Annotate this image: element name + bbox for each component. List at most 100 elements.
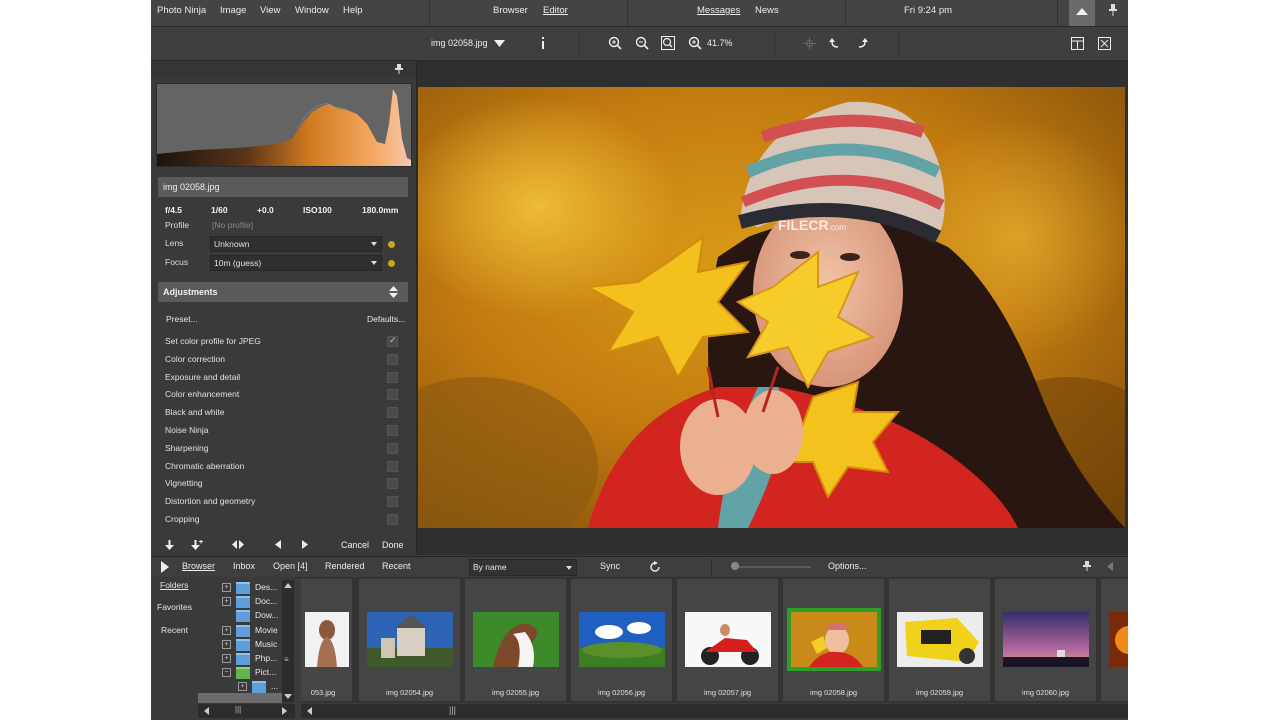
sync-button[interactable]: Sync	[600, 561, 620, 571]
thumbnail[interactable]: img 02057.jpg	[677, 579, 778, 701]
scroll-grip-icon[interactable]: |||	[449, 705, 456, 715]
zoom-actual-icon[interactable]	[688, 36, 702, 50]
tab-browser[interactable]: Browser	[182, 561, 215, 571]
scroll-grip-icon[interactable]: ≡	[284, 655, 289, 664]
thumbnail[interactable]: img 02054.jpg	[359, 579, 460, 701]
adjustment-item[interactable]: Chromatic aberration	[165, 460, 400, 474]
tab-inbox[interactable]: Inbox	[233, 561, 255, 571]
focus-dropdown[interactable]: 10m (guess)	[210, 255, 382, 271]
thumbnail[interactable]	[1101, 579, 1128, 701]
folder-item[interactable]: + Php...	[222, 652, 284, 665]
thumbnail-selected[interactable]: img 02058.jpg	[783, 579, 884, 701]
adjustment-item[interactable]: Vignetting	[165, 477, 400, 491]
thumbnail[interactable]: img 02055.jpg	[465, 579, 566, 701]
adjustment-checkbox[interactable]	[387, 478, 398, 490]
adjustment-checkbox[interactable]	[387, 389, 398, 401]
thumbnail[interactable]: img 02056.jpg	[571, 579, 672, 701]
thumbnail[interactable]: img 02059.jpg	[889, 579, 990, 701]
sort-dropdown[interactable]: By name	[469, 559, 577, 576]
folder-item[interactable]: + Des...	[222, 581, 284, 594]
pin-icon[interactable]	[1083, 561, 1091, 571]
expander-icon[interactable]: +	[222, 654, 231, 663]
expander-icon[interactable]: +	[238, 682, 247, 692]
expander-icon[interactable]: +	[222, 597, 231, 607]
adjustments-header[interactable]: Adjustments	[158, 282, 408, 302]
folder-item[interactable]: + Music	[222, 638, 284, 651]
adjustment-checkbox[interactable]	[387, 496, 398, 508]
scroll-grip-icon[interactable]: |||	[235, 705, 241, 714]
options-button[interactable]: Options...	[828, 561, 867, 571]
adjustment-checkbox[interactable]	[387, 353, 398, 365]
adjustment-checkbox[interactable]	[387, 425, 398, 436]
thumbnail[interactable]: img 02060.jpg	[995, 579, 1096, 701]
zoom-in-icon[interactable]	[608, 36, 622, 50]
tree-vscroll[interactable]: ≡	[282, 580, 294, 702]
compare-icon[interactable]	[232, 540, 244, 549]
adjustment-checkbox[interactable]	[387, 442, 398, 454]
chevron-down-icon[interactable]	[494, 40, 505, 47]
expander-icon[interactable]: −	[222, 668, 231, 678]
scroll-right-icon[interactable]	[282, 707, 287, 715]
rotate-right-icon[interactable]	[856, 37, 868, 49]
zoom-fit-icon[interactable]	[661, 36, 675, 50]
adjustment-item[interactable]: Color enhancement	[165, 388, 400, 402]
zoom-out-icon[interactable]	[635, 36, 649, 50]
previous-icon[interactable]	[275, 540, 281, 549]
thumbnail-size-slider[interactable]	[733, 566, 811, 568]
folder-item[interactable]: − Pict...	[222, 666, 284, 680]
preset-button[interactable]: Preset...	[166, 314, 198, 324]
adjustment-checkbox[interactable]	[387, 371, 398, 383]
adjustment-item[interactable]: Color correction	[165, 353, 400, 367]
grid-layout-icon[interactable]	[1071, 37, 1084, 50]
image-viewer[interactable]: FILECR.com	[417, 61, 1128, 555]
expander-icon[interactable]: +	[222, 639, 231, 649]
scroll-left-icon[interactable]	[204, 707, 209, 715]
adjustment-checkbox[interactable]	[387, 407, 398, 419]
folder-item[interactable]: Dow...	[222, 609, 284, 623]
messages-link[interactable]: Messages	[697, 5, 740, 16]
thumbnail-hscroll[interactable]: |||	[301, 704, 1128, 718]
news-link[interactable]: News	[755, 5, 779, 16]
nav-favorites[interactable]: Favorites	[157, 602, 192, 612]
menu-image[interactable]: Image	[220, 5, 246, 16]
pin-icon[interactable]	[395, 64, 403, 74]
rotate-left-icon[interactable]	[829, 37, 841, 49]
cancel-button[interactable]: Cancel	[341, 540, 369, 550]
file-selector[interactable]: img 02058.jpg	[431, 38, 488, 48]
play-triangle-icon[interactable]	[161, 561, 169, 573]
menu-view[interactable]: View	[260, 5, 280, 16]
app-menu[interactable]: Photo Ninja	[157, 5, 206, 16]
pin-icon[interactable]	[1108, 4, 1118, 16]
download-arrow-icon[interactable]	[165, 540, 174, 551]
adjustment-item[interactable]: Noise Ninja	[165, 424, 400, 438]
thumbnail[interactable]: 053.jpg	[301, 579, 352, 701]
adjustment-item[interactable]: Black and white	[165, 406, 400, 420]
crosshair-icon[interactable]	[803, 37, 816, 50]
apply-arrow-icon[interactable]	[191, 540, 203, 551]
refresh-icon[interactable]	[649, 561, 661, 573]
tab-recent[interactable]: Recent	[382, 561, 411, 571]
collapse-up-button[interactable]	[1069, 0, 1095, 26]
info-icon[interactable]	[541, 37, 545, 49]
expander-icon[interactable]: +	[222, 583, 231, 592]
scroll-up-icon[interactable]	[284, 583, 292, 588]
adjustment-checkbox[interactable]	[387, 514, 398, 525]
scroll-left-icon[interactable]	[307, 707, 312, 715]
adjustment-item[interactable]: Exposure and detail	[165, 371, 400, 385]
nav-folders[interactable]: Folders	[160, 580, 188, 590]
defaults-button[interactable]: Defaults...	[367, 314, 405, 324]
tree-hscroll[interactable]: |||	[198, 704, 295, 718]
done-button[interactable]: Done	[382, 540, 404, 550]
adjustment-item[interactable]: Sharpening	[165, 442, 400, 456]
adjustment-checkbox[interactable]	[387, 335, 398, 347]
menu-window[interactable]: Window	[295, 5, 329, 16]
tab-rendered[interactable]: Rendered	[325, 561, 365, 571]
scroll-down-icon[interactable]	[284, 694, 292, 699]
next-icon[interactable]	[302, 540, 308, 549]
adjustment-item[interactable]: Distortion and geometry	[165, 495, 400, 509]
adjustment-checkbox[interactable]	[387, 460, 398, 472]
adjustment-item[interactable]: Cropping	[165, 513, 400, 527]
folder-item[interactable]: + Doc...	[222, 595, 284, 609]
slider-knob[interactable]	[731, 562, 739, 570]
sort-arrows-icon[interactable]	[389, 286, 398, 298]
